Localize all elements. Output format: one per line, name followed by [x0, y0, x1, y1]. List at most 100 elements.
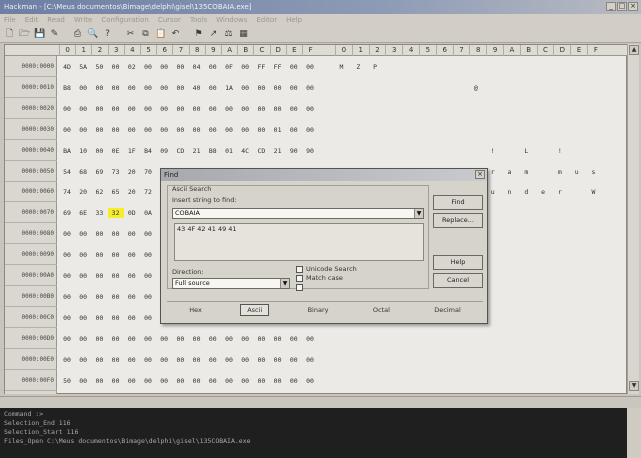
hex-byte[interactable]: 62 — [91, 187, 107, 197]
hex-byte[interactable]: 00 — [108, 229, 124, 239]
ascii-char[interactable] — [520, 125, 533, 135]
scroll-up-icon[interactable]: ▲ — [629, 45, 639, 55]
hex-byte[interactable]: 00 — [221, 334, 237, 344]
paste-icon[interactable]: 📋 — [155, 29, 166, 39]
hex-byte[interactable]: 00 — [75, 292, 91, 302]
hex-byte[interactable]: 00 — [140, 292, 156, 302]
ascii-char[interactable] — [587, 376, 600, 386]
find-button[interactable]: Find — [433, 195, 483, 210]
hex-byte[interactable]: 00 — [270, 104, 286, 114]
hex-byte[interactable]: 00 — [124, 250, 140, 260]
hex-byte[interactable]: 00 — [124, 313, 140, 323]
hex-byte[interactable]: 00 — [124, 334, 140, 344]
hex-byte[interactable]: 1A — [221, 83, 237, 93]
ascii-char[interactable]: s — [587, 167, 600, 177]
ascii-char[interactable] — [453, 146, 466, 156]
hex-byte[interactable]: 00 — [205, 376, 221, 386]
hex-byte[interactable]: 00 — [156, 125, 172, 135]
ascii-char[interactable] — [537, 313, 550, 323]
hex-byte[interactable]: 00 — [124, 355, 140, 365]
ascii-char[interactable] — [553, 125, 566, 135]
ascii-char[interactable] — [335, 355, 348, 365]
ascii-char[interactable] — [352, 146, 365, 156]
ascii-char[interactable] — [553, 334, 566, 344]
ascii-char[interactable] — [369, 334, 382, 344]
ascii-char[interactable] — [570, 313, 583, 323]
hex-byte[interactable]: 00 — [124, 125, 140, 135]
hex-byte[interactable]: 00 — [140, 62, 156, 72]
bookmark-icon[interactable]: ⚑ — [193, 29, 204, 39]
ascii-char[interactable] — [419, 125, 432, 135]
hex-byte[interactable]: 02 — [124, 62, 140, 72]
ascii-char[interactable] — [419, 83, 432, 93]
ascii-char[interactable] — [469, 376, 482, 386]
ascii-char[interactable] — [453, 104, 466, 114]
ascii-char[interactable]: r — [486, 167, 499, 177]
ascii-char[interactable] — [385, 104, 398, 114]
hex-byte[interactable]: 00 — [237, 355, 253, 365]
hex-byte[interactable]: FF — [270, 62, 286, 72]
hex-byte[interactable]: 00 — [172, 355, 188, 365]
ascii-char[interactable] — [419, 62, 432, 72]
ascii-char[interactable]: ! — [553, 146, 566, 156]
ascii-char[interactable] — [537, 334, 550, 344]
grid-icon[interactable]: ▦ — [238, 29, 249, 39]
hex-byte[interactable]: 00 — [172, 104, 188, 114]
ascii-char[interactable]: m — [520, 167, 533, 177]
hex-byte[interactable]: 00 — [156, 104, 172, 114]
jump-icon[interactable]: ↗ — [208, 29, 219, 39]
hex-byte[interactable]: 00 — [75, 250, 91, 260]
hex-byte[interactable]: 00 — [302, 62, 318, 72]
hex-byte[interactable]: 00 — [108, 271, 124, 281]
ascii-char[interactable] — [436, 104, 449, 114]
hex-byte[interactable]: 10 — [75, 146, 91, 156]
ascii-char[interactable]: P — [369, 62, 382, 72]
hex-byte[interactable]: 40 — [189, 83, 205, 93]
ascii-char[interactable] — [587, 104, 600, 114]
hex-byte[interactable]: 00 — [237, 62, 253, 72]
hex-byte[interactable]: 00 — [124, 271, 140, 281]
hex-byte[interactable]: 00 — [108, 355, 124, 365]
ascii-char[interactable] — [553, 355, 566, 365]
hex-byte[interactable]: 00 — [156, 334, 172, 344]
hex-byte[interactable]: 00 — [140, 250, 156, 260]
option-checkbox[interactable] — [296, 284, 303, 291]
hex-byte[interactable]: 00 — [221, 104, 237, 114]
ascii-char[interactable] — [570, 62, 583, 72]
help-icon[interactable]: ? — [102, 29, 113, 39]
ascii-char[interactable] — [520, 376, 533, 386]
ascii-char[interactable] — [520, 62, 533, 72]
ascii-char[interactable] — [369, 146, 382, 156]
ascii-char[interactable] — [553, 83, 566, 93]
hex-byte[interactable]: 20 — [124, 167, 140, 177]
save-icon[interactable]: 💾 — [34, 29, 45, 39]
edit-icon[interactable]: ✎ — [49, 29, 60, 39]
menu-read[interactable]: Read — [47, 14, 65, 26]
ascii-char[interactable] — [570, 355, 583, 365]
ascii-char[interactable] — [537, 104, 550, 114]
hex-byte[interactable]: 00 — [140, 334, 156, 344]
ascii-char[interactable] — [335, 104, 348, 114]
hex-byte[interactable]: 00 — [140, 313, 156, 323]
hex-byte[interactable]: 00 — [286, 125, 302, 135]
hex-byte[interactable]: 00 — [75, 355, 91, 365]
ascii-char[interactable] — [537, 376, 550, 386]
ascii-char[interactable] — [570, 187, 583, 197]
ascii-char[interactable] — [570, 146, 583, 156]
ascii-char[interactable] — [503, 250, 516, 260]
hex-byte[interactable]: 00 — [59, 355, 75, 365]
hex-byte[interactable]: 00 — [286, 355, 302, 365]
hex-byte[interactable]: 69 — [91, 167, 107, 177]
command-prompt[interactable]: Command :> — [4, 410, 623, 419]
command-scrollbar[interactable] — [627, 408, 641, 458]
ascii-char[interactable]: e — [537, 187, 550, 197]
ascii-char[interactable] — [352, 376, 365, 386]
cancel-button[interactable]: Cancel — [433, 273, 483, 288]
hex-byte[interactable]: 00 — [270, 376, 286, 386]
vertical-scrollbar[interactable]: ▲ ▼ — [627, 44, 639, 394]
ascii-char[interactable]: @ — [469, 83, 482, 93]
ascii-char[interactable] — [402, 125, 415, 135]
hex-byte[interactable]: 00 — [189, 376, 205, 386]
hex-byte[interactable]: 04 — [189, 62, 205, 72]
ascii-char[interactable] — [419, 355, 432, 365]
